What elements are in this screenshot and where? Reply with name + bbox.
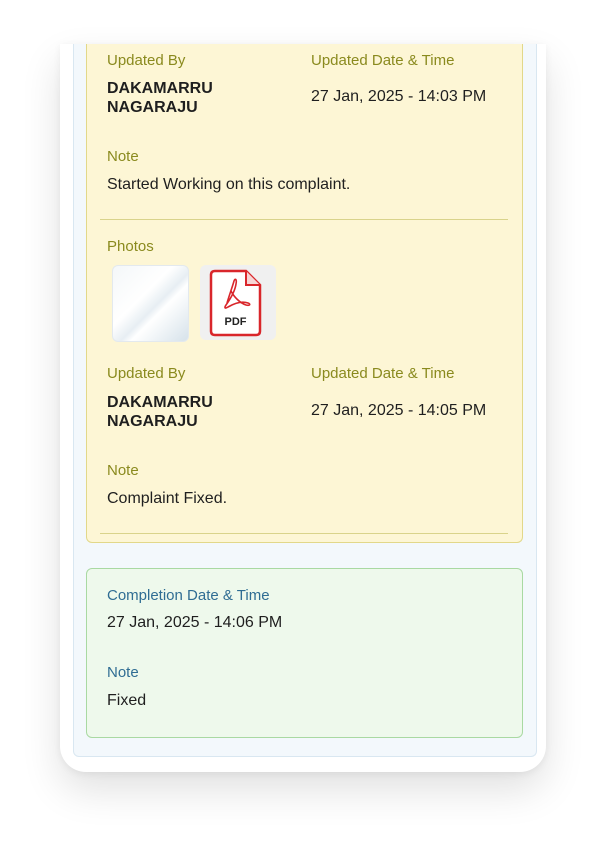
completion-note-value: Fixed [107,692,147,709]
note-label: Note [107,148,139,165]
completion-datetime-value: 27 Jan, 2025 - 14:06 PM [107,614,283,631]
completion-datetime-label: Completion Date & Time [107,587,270,604]
updated-by-name-line2: NAGARAJU [107,413,198,430]
photos-label: Photos [107,238,154,255]
updated-by-name-line1: DAKAMARRU [107,80,213,97]
note-value: Complaint Fixed. [107,490,228,507]
entry-divider [100,533,508,534]
note-value: Started Working on this complaint. [107,176,351,193]
updated-by-name-line2: NAGARAJU [107,99,198,116]
pdf-file-icon: PDF [209,269,262,337]
pdf-attachment-thumbnail[interactable]: PDF [200,265,276,340]
updated-by-label: Updated By [107,365,186,382]
updated-by-name-line1: DAKAMARRU [107,394,213,411]
updated-datetime-value: 27 Jan, 2025 - 14:05 PM [311,402,487,419]
updated-by-label: Updated By [107,52,186,69]
entry-divider [100,219,508,220]
updated-datetime-label: Updated Date & Time [311,365,455,382]
updated-datetime-value: 27 Jan, 2025 - 14:03 PM [311,88,487,105]
photo-thumbnail[interactable] [112,265,189,342]
updated-datetime-label: Updated Date & Time [311,52,455,69]
note-label: Note [107,462,139,479]
completion-note-label: Note [107,664,139,681]
pdf-badge-text: PDF [225,316,247,328]
